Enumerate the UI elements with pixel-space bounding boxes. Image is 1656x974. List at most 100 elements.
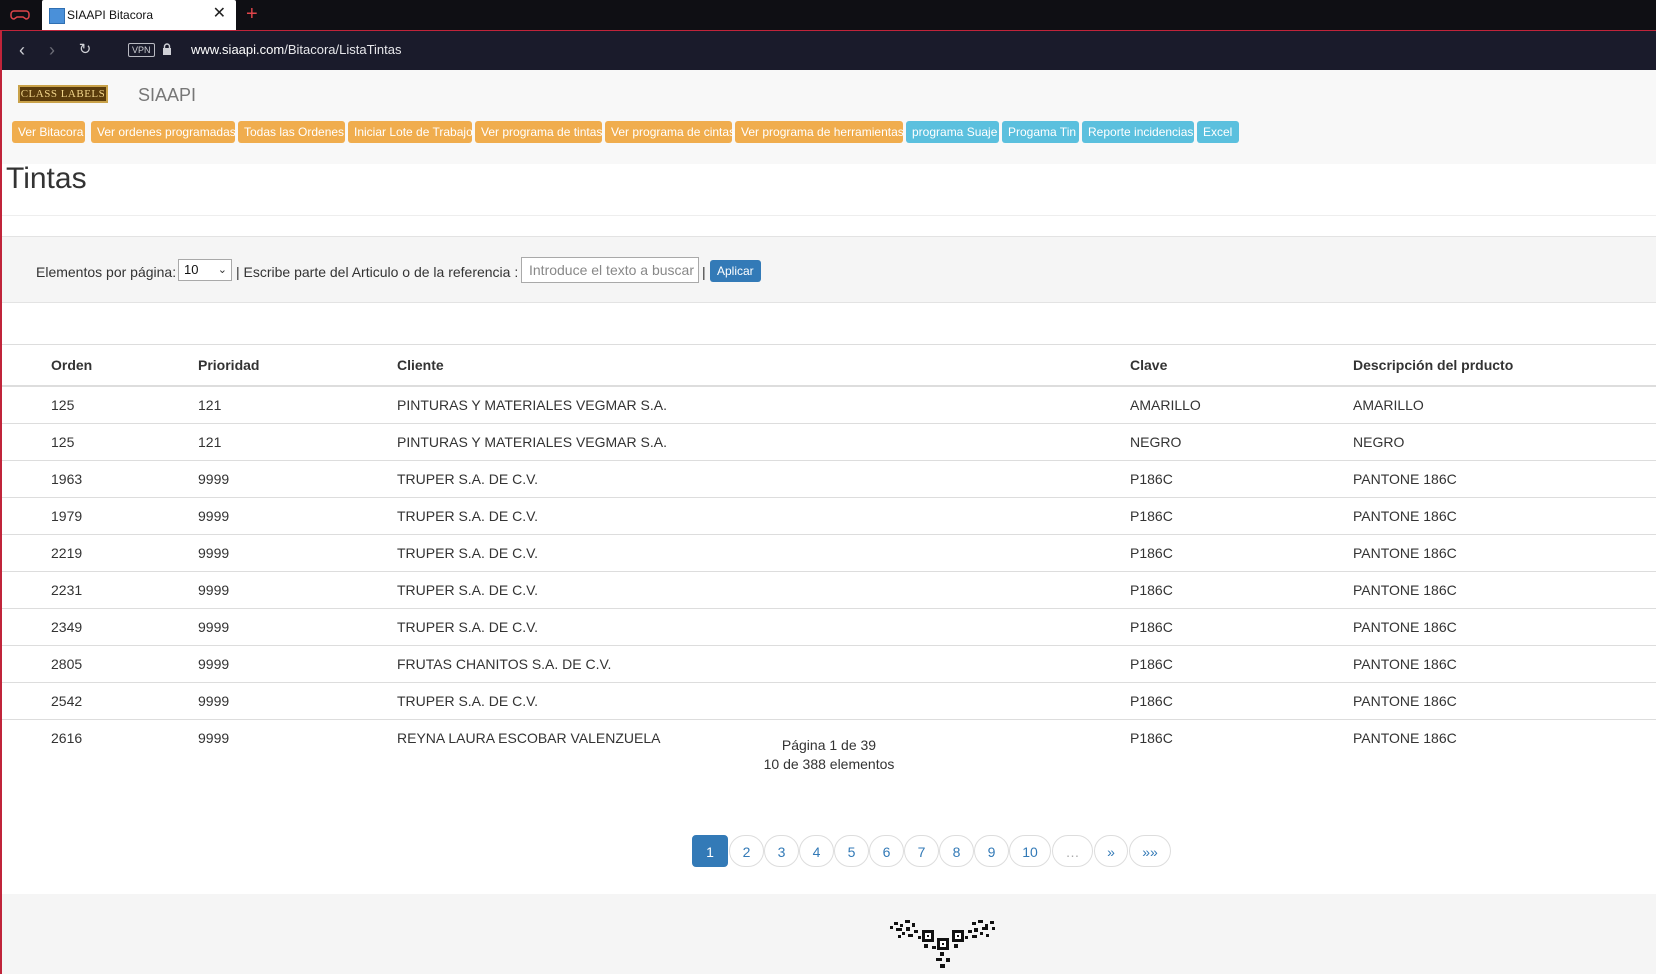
cell-orden: 2231 [2, 571, 198, 609]
cell-prioridad: 121 [198, 385, 397, 424]
column-header-cliente[interactable]: Cliente [397, 345, 1130, 387]
pagination-page-10[interactable]: 10 [1009, 835, 1051, 867]
cell-prioridad: 9999 [198, 608, 397, 646]
forward-arrow-icon[interactable]: › [42, 40, 62, 60]
table-header-row: Orden Prioridad Cliente Clave Descripció… [2, 345, 1656, 387]
cell-orden: 1979 [2, 497, 198, 535]
pagination-ellipsis: … [1052, 835, 1093, 867]
cell-clave: P186C [1130, 460, 1353, 498]
cell-orden: 2805 [2, 645, 198, 683]
footer [2, 894, 1656, 974]
cell-orden: 125 [2, 423, 198, 461]
pagination-page-8[interactable]: 8 [939, 835, 974, 867]
table-row[interactable]: 1979 9999 TRUPER S.A. DE C.V. P186C PANTONE … [2, 497, 1656, 535]
navbar-brand[interactable]: SIAAPI [138, 85, 196, 106]
pagination-page-5[interactable]: 5 [834, 835, 869, 867]
pagination-page-6[interactable]: 6 [869, 835, 904, 867]
table-body: 125 121 PINTURAS Y MATERIALES VEGMAR S.A. A… [2, 385, 1656, 756]
divider [2, 215, 1656, 216]
back-arrow-icon[interactable]: ‹ [12, 40, 32, 60]
cell-descripcion: PANTONE 186C [1353, 608, 1656, 646]
new-tab-button[interactable]: + [246, 4, 258, 24]
menu-button-4[interactable]: Iniciar Lote de Trabajo [348, 121, 473, 143]
url-field[interactable]: www.siaapi.com/Bitacora/ListaTintas [191, 42, 402, 57]
cell-descripcion: AMARILLO [1353, 385, 1656, 424]
menu-button-10[interactable]: Reporte incidencias [1082, 121, 1194, 143]
table-row[interactable]: 2349 9999 TRUPER S.A. DE C.V. P186C PANTONE … [2, 608, 1656, 646]
cell-orden: 125 [2, 385, 198, 424]
pagination-page-1[interactable]: 1 [692, 835, 728, 867]
cell-clave: P186C [1130, 534, 1353, 572]
search-label: | Escribe parte del Articulo o de la ref… [236, 264, 519, 280]
table-row[interactable]: 2805 9999 FRUTAS CHANITOS S.A. DE C.V. P186… [2, 645, 1656, 683]
menu-button-11[interactable]: Excel [1197, 121, 1239, 143]
browser-address-bar: ‹ › ↻ VPN www.siaapi.com/Bitacora/ListaT… [0, 30, 1656, 70]
pagination-page-3[interactable]: 3 [764, 835, 799, 867]
page-favicon-icon [49, 8, 65, 24]
footer-qr-logo [890, 920, 995, 968]
page-title: Tintas [6, 162, 87, 195]
page-info: Página 1 de 39 [781, 737, 877, 753]
cell-cliente: TRUPER S.A. DE C.V. [397, 571, 1130, 609]
vpn-badge[interactable]: VPN [128, 43, 155, 57]
table-row[interactable]: 1963 9999 TRUPER S.A. DE C.V. P186C PANTONE … [2, 460, 1656, 498]
search-input[interactable]: Introduce el texto a buscar [521, 257, 699, 283]
pagination-page-9[interactable]: 9 [974, 835, 1009, 867]
apply-button[interactable]: Aplicar [710, 260, 761, 282]
cell-clave: P186C [1130, 645, 1353, 683]
cell-clave: P186C [1130, 682, 1353, 720]
per-page-label: Elementos por página: [36, 264, 177, 280]
column-header-prioridad[interactable]: Prioridad [198, 345, 397, 387]
menu-button-5[interactable]: Ver programa de tintas [475, 121, 602, 143]
cell-clave: P186C [1130, 497, 1353, 535]
cell-orden: 2542 [2, 682, 198, 720]
browser-tab-active[interactable]: SIAAPI Bitacora ✕ [42, 0, 236, 30]
filter-panel: Elementos por página: 10 ⌄ | Escribe par… [2, 236, 1656, 303]
pagination-page-4[interactable]: 4 [799, 835, 834, 867]
lock-icon[interactable] [162, 43, 172, 55]
cell-clave: P186C [1130, 571, 1353, 609]
column-header-clave[interactable]: Clave [1130, 345, 1353, 387]
cell-descripcion: NEGRO [1353, 423, 1656, 461]
cell-cliente: PINTURAS Y MATERIALES VEGMAR S.A. [397, 423, 1130, 461]
pagination-page-2[interactable]: 2 [729, 835, 764, 867]
cell-prioridad: 9999 [198, 571, 397, 609]
menu-button-2[interactable]: Ver ordenes programadas [91, 121, 236, 143]
table-row[interactable]: 125 121 PINTURAS Y MATERIALES VEGMAR S.A. N… [2, 423, 1656, 461]
tab-close-icon[interactable]: ✕ [213, 6, 226, 22]
table-row[interactable]: 2219 9999 TRUPER S.A. DE C.V. P186C PANTONE … [2, 534, 1656, 572]
menu-button-9[interactable]: Progama Tin [1002, 121, 1079, 143]
menu-button-8[interactable]: programa Suaje [906, 121, 999, 143]
table-row[interactable]: 2542 9999 TRUPER S.A. DE C.V. P186C PANTONE … [2, 682, 1656, 720]
per-page-value: 10 [184, 262, 199, 277]
column-header-orden[interactable]: Orden [2, 345, 198, 387]
cell-cliente: PINTURAS Y MATERIALES VEGMAR S.A. [397, 385, 1130, 424]
menu-button-7[interactable]: Ver programa de herramientas [735, 121, 904, 143]
cell-descripcion: PANTONE 186C [1353, 460, 1656, 498]
cell-clave: AMARILLO [1130, 385, 1353, 424]
table-row[interactable]: 2231 9999 TRUPER S.A. DE C.V. P186C PANTONE … [2, 571, 1656, 609]
tab-title: SIAAPI Bitacora [67, 8, 154, 22]
reload-icon[interactable]: ↻ [75, 40, 95, 60]
column-header-descripcion[interactable]: Descripción del prducto [1353, 345, 1656, 387]
cell-descripcion: PANTONE 186C [1353, 645, 1656, 683]
menu-button-6[interactable]: Ver programa de cintas [605, 121, 735, 143]
menu-button-1[interactable]: Ver Bitacora [12, 121, 85, 143]
cell-clave: P186C [1130, 608, 1353, 646]
menu-button-3[interactable]: Todas las Ordenes [238, 121, 345, 143]
pagination-page-7[interactable]: 7 [904, 835, 939, 867]
pagination-page-13[interactable]: »» [1129, 835, 1171, 867]
company-logo[interactable]: CLASS LABELS [18, 85, 108, 103]
cell-descripcion: PANTONE 186C [1353, 497, 1656, 535]
cell-prioridad: 9999 [198, 682, 397, 720]
cell-orden: 2349 [2, 608, 198, 646]
pagination-page-12[interactable]: » [1094, 835, 1128, 867]
cell-cliente: TRUPER S.A. DE C.V. [397, 460, 1130, 498]
cell-descripcion: PANTONE 186C [1353, 534, 1656, 572]
gamepad-icon[interactable] [10, 7, 30, 23]
navbar: CLASS LABELS SIAAPI [2, 70, 1656, 121]
cell-prioridad: 9999 [198, 497, 397, 535]
per-page-select[interactable]: 10 ⌄ [178, 259, 232, 281]
count-info: 10 de 388 elementos [763, 756, 895, 772]
table-row[interactable]: 125 121 PINTURAS Y MATERIALES VEGMAR S.A. A… [2, 385, 1656, 424]
